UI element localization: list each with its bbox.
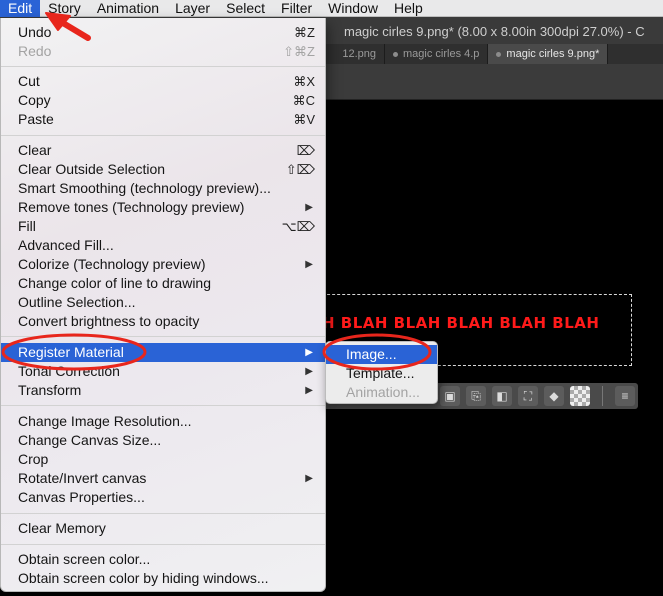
menu-item-clear[interactable]: Clear ⌦: [1, 141, 325, 160]
menu-story[interactable]: Story: [40, 0, 89, 17]
menu-item-change-image-resolution[interactable]: Change Image Resolution...: [1, 412, 325, 431]
tab-label: magic cirles 9.png*: [506, 48, 600, 60]
document-toolbar: [300, 64, 663, 100]
shortcut-paste: ⌘V: [293, 112, 315, 127]
menu-item-outline-selection[interactable]: Outline Selection...: [1, 293, 325, 312]
submenu-arrow-icon: ▶: [305, 259, 313, 270]
document-tab-active[interactable]: magic cirles 9.png*: [488, 44, 609, 64]
submenu-item-animation: Animation...: [346, 384, 420, 400]
menu-item-clear-memory[interactable]: Clear Memory: [1, 519, 325, 538]
menu-item-tonal-correction[interactable]: Tonal Correction ▶: [1, 362, 325, 381]
shortcut-undo: ⌘Z: [294, 25, 315, 40]
submenu-arrow-icon: ▶: [305, 366, 313, 377]
shortcut-cut: ⌘X: [293, 74, 315, 89]
menu-item-change-canvas-size[interactable]: Change Canvas Size...: [1, 431, 325, 450]
menu-item-advanced-fill[interactable]: Advanced Fill...: [1, 236, 325, 255]
copy-icon[interactable]: ▣: [440, 386, 460, 406]
menu-divider: [1, 405, 325, 406]
menu-divider: [1, 513, 325, 514]
tab-dot-icon: [393, 51, 398, 57]
menu-layer[interactable]: Layer: [167, 0, 218, 17]
menu-divider: [1, 336, 325, 337]
submenu-arrow-icon: ▶: [305, 347, 313, 358]
menu-item-transform[interactable]: Transform ▶: [1, 381, 325, 400]
menu-item-change-line-color[interactable]: Change color of line to drawing: [1, 274, 325, 293]
register-material-submenu: Image... Template... Animation...: [325, 341, 438, 404]
paste-icon[interactable]: ⎘: [466, 386, 486, 406]
document-tab[interactable]: magic cirles 4.p: [385, 44, 489, 64]
shortcut-clear-outside: ⇧⌦: [285, 162, 315, 177]
shortcut-clear: ⌦: [296, 143, 315, 158]
menu-item-rotate-invert-canvas[interactable]: Rotate/Invert canvas ▶: [1, 469, 325, 488]
tab-dot-icon: [496, 51, 502, 57]
shortcut-redo: ⇧⌘Z: [283, 44, 315, 59]
menu-item-obtain-screen-color-hiding[interactable]: Obtain screen color by hiding windows...: [1, 569, 325, 588]
tab-label: 12.png: [342, 48, 376, 60]
submenu-item-image[interactable]: Image...: [326, 345, 437, 364]
menu-item-smart-smoothing[interactable]: Smart Smoothing (technology preview)...: [1, 179, 325, 198]
menu-item-clear-outside-selection[interactable]: Clear Outside Selection ⇧⌦: [1, 160, 325, 179]
menu-item-obtain-screen-color[interactable]: Obtain screen color...: [1, 550, 325, 569]
menu-item-convert-brightness[interactable]: Convert brightness to opacity: [1, 312, 325, 331]
transparency-icon[interactable]: [570, 386, 590, 406]
menu-divider: [1, 544, 325, 545]
menu-divider: [1, 66, 325, 67]
tab-label: magic cirles 4.p: [403, 48, 480, 60]
submenu-arrow-icon: ▶: [305, 202, 313, 213]
submenu-arrow-icon: ▶: [305, 385, 313, 396]
canvas-text: H BLAH BLAH BLAH BLAH BLAH: [322, 314, 600, 332]
menu-item-canvas-properties[interactable]: Canvas Properties...: [1, 488, 325, 507]
menu-item-copy[interactable]: Copy ⌘C: [1, 91, 325, 110]
menu-animation[interactable]: Animation: [89, 0, 167, 17]
submenu-arrow-icon: ▶: [305, 473, 313, 484]
menu-edit[interactable]: Edit: [0, 0, 41, 17]
more-icon[interactable]: ≡: [615, 386, 635, 406]
menu-item-redo: Redo ⇧⌘Z: [18, 43, 315, 59]
document-title: magic cirles 9.png* (8.00 x 8.00in 300dp…: [344, 24, 645, 39]
document-tab-strip: 12.png magic cirles 4.p magic cirles 9.p…: [300, 44, 663, 64]
menu-select[interactable]: Select: [218, 0, 273, 17]
menu-item-cut[interactable]: Cut ⌘X: [1, 72, 325, 91]
menu-help[interactable]: Help: [386, 0, 431, 17]
submenu-item-template[interactable]: Template...: [326, 364, 437, 383]
toolbar-divider: [602, 386, 603, 406]
transform-icon[interactable]: ⛶: [518, 386, 538, 406]
menubar: Edit Story Animation Layer Select Filter…: [0, 0, 663, 17]
shortcut-copy: ⌘C: [292, 93, 315, 108]
menu-item-register-material[interactable]: Register Material ▶: [1, 343, 325, 362]
menu-filter[interactable]: Filter: [273, 0, 320, 17]
menu-divider: [1, 135, 325, 136]
shortcut-fill: ⌥⌦: [281, 219, 315, 234]
menu-item-crop[interactable]: Crop: [1, 450, 325, 469]
menu-item-remove-tones[interactable]: Remove tones (Technology preview) ▶: [1, 198, 325, 217]
menu-item-undo[interactable]: Undo ⌘Z: [1, 23, 325, 42]
layer-icon[interactable]: ◧: [492, 386, 512, 406]
menu-item-fill[interactable]: Fill ⌥⌦: [1, 217, 325, 236]
menu-item-colorize[interactable]: Colorize (Technology preview) ▶: [1, 255, 325, 274]
edit-menu-dropdown: Undo ⌘Z Redo ⇧⌘Z Cut ⌘X Copy ⌘C Paste ⌘V…: [0, 18, 326, 592]
fill-bucket-icon[interactable]: ◆: [544, 386, 564, 406]
menu-window[interactable]: Window: [320, 0, 386, 17]
menu-item-paste[interactable]: Paste ⌘V: [1, 110, 325, 129]
